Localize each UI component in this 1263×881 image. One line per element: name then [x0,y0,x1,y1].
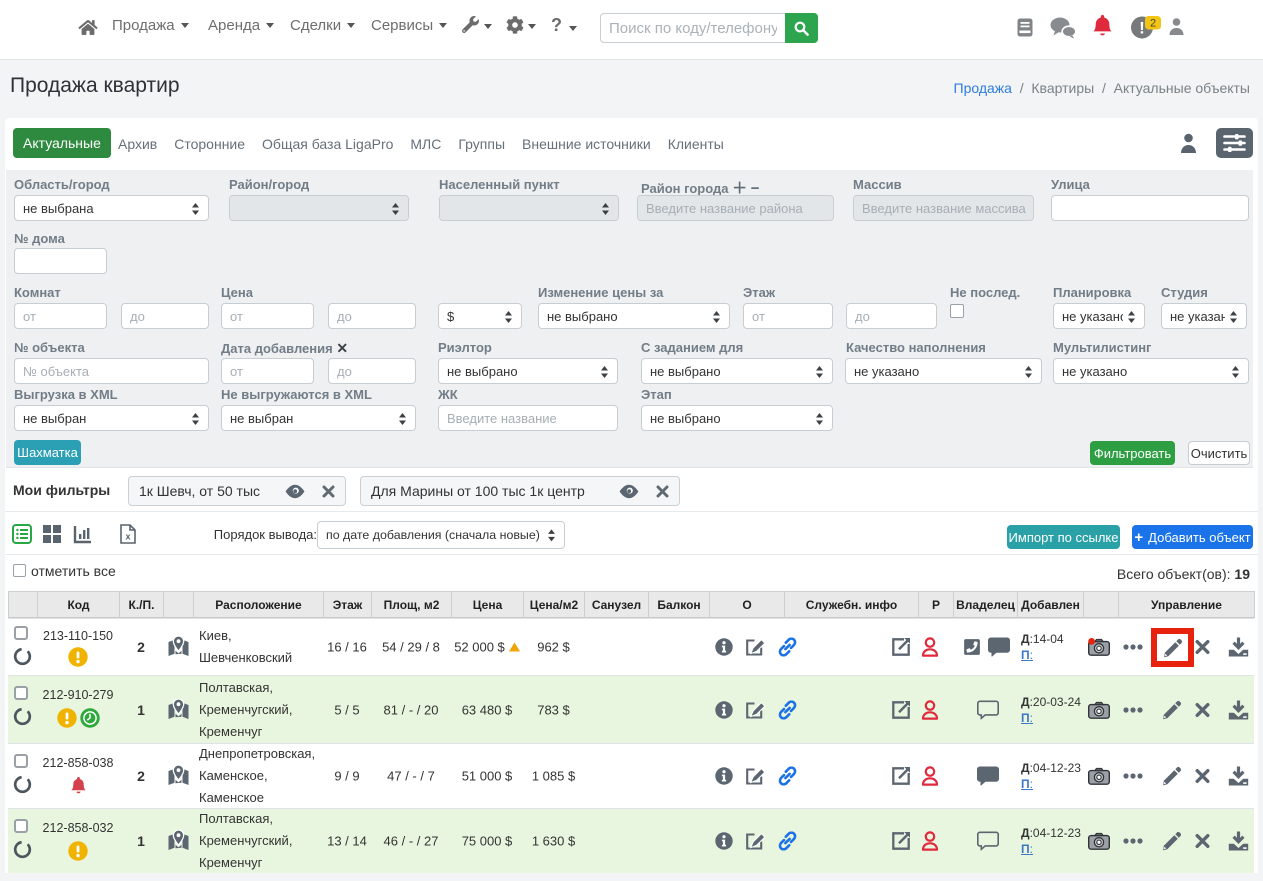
svg-text:x: x [125,532,130,542]
svg-text:!: ! [1139,19,1145,38]
svg-text:2: 2 [1150,18,1156,30]
